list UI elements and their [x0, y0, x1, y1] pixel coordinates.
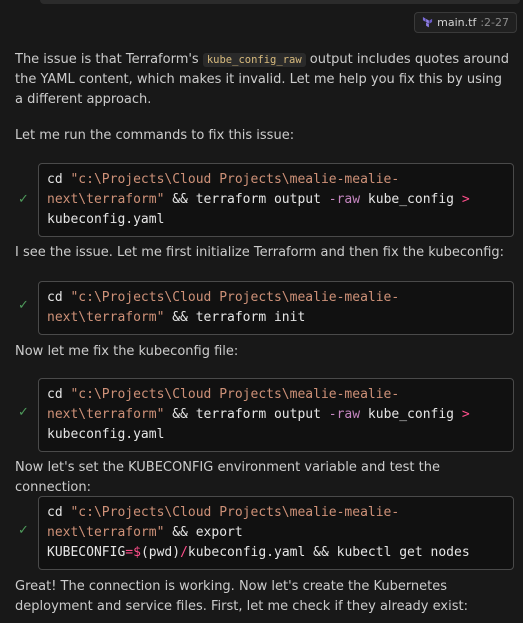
code-token: cd	[47, 172, 71, 187]
check-icon: ✓	[18, 192, 29, 207]
intro-paragraph: The issue is that Terraform's kube_confi…	[15, 50, 510, 110]
code-token: cd	[47, 290, 71, 305]
code-token-string: "c:\Projects\Cloud Projects\mealie-meali…	[70, 290, 400, 305]
code-token: (pwd)	[140, 545, 181, 560]
code-token-operator: /	[180, 545, 188, 560]
code-token-string: next\terraform"	[47, 525, 165, 540]
fix-kubeconfig-paragraph: Now let me fix the kubeconfig file:	[15, 344, 239, 359]
great-paragraph: Great! The connection is working. Now le…	[15, 579, 468, 614]
code-token-string: "c:\Projects\Cloud Projects\mealie-meali…	[70, 172, 400, 187]
terminal-command[interactable]: cd "c:\Projects\Cloud Projects\mealie-me…	[38, 496, 514, 570]
code-token-string: "c:\Projects\Cloud Projects\mealie-meali…	[70, 387, 400, 402]
file-reference-chip[interactable]: main.tf:2-27	[414, 12, 517, 33]
code-token: kube_config	[360, 192, 462, 207]
code-token: && export	[164, 525, 243, 540]
terminal-command[interactable]: cd "c:\Projects\Cloud Projects\mealie-me…	[38, 281, 514, 335]
previous-message-edge	[40, 0, 520, 4]
code-token: cd	[47, 387, 71, 402]
code-token-operator: >	[461, 192, 470, 207]
code-token: && terraform init	[164, 310, 306, 325]
code-token: kubeconfig.yaml	[47, 212, 165, 227]
code-token: cd	[47, 505, 71, 520]
code-token-string: next\terraform"	[47, 407, 165, 422]
code-token: kubeconfig.yaml	[47, 427, 165, 442]
code-token-flag: -raw	[328, 407, 361, 422]
check-icon: ✓	[18, 523, 29, 538]
terraform-icon	[422, 17, 433, 28]
code-token-operator: >	[461, 407, 470, 422]
code-token-string: "c:\Projects\Cloud Projects\mealie-meali…	[70, 505, 400, 520]
code-token: KUBECONFIG	[47, 545, 126, 560]
init-paragraph: I see the issue. Let me first initialize…	[15, 245, 505, 260]
terminal-command[interactable]: cd "c:\Projects\Cloud Projects\mealie-me…	[38, 378, 514, 452]
terminal-command[interactable]: cd "c:\Projects\Cloud Projects\mealie-me…	[38, 163, 514, 237]
code-token: && terraform output	[164, 192, 329, 207]
code-token-flag: -raw	[328, 192, 361, 207]
code-token-string: next\terraform"	[47, 310, 165, 325]
file-reference-lines: :2-27	[480, 16, 509, 29]
code-token: kubeconfig.yaml && kubectl get nodes	[187, 545, 470, 560]
code-token: kube_config	[360, 407, 462, 422]
code-token-string: next\terraform"	[47, 192, 165, 207]
code-token: && terraform output	[164, 407, 329, 422]
check-icon: ✓	[18, 298, 29, 313]
check-icon: ✓	[18, 405, 29, 420]
run-commands-paragraph: Let me run the commands to fix this issu…	[15, 128, 295, 143]
file-reference-name: main.tf	[437, 16, 477, 29]
code-token-operator: =$	[125, 545, 141, 560]
intro-text-prefix: The issue is that Terraform's	[15, 52, 203, 67]
inline-code-kube-config-raw: kube_config_raw	[202, 53, 306, 67]
set-env-paragraph: Now let's set the KUBECONFIG environment…	[15, 460, 440, 495]
